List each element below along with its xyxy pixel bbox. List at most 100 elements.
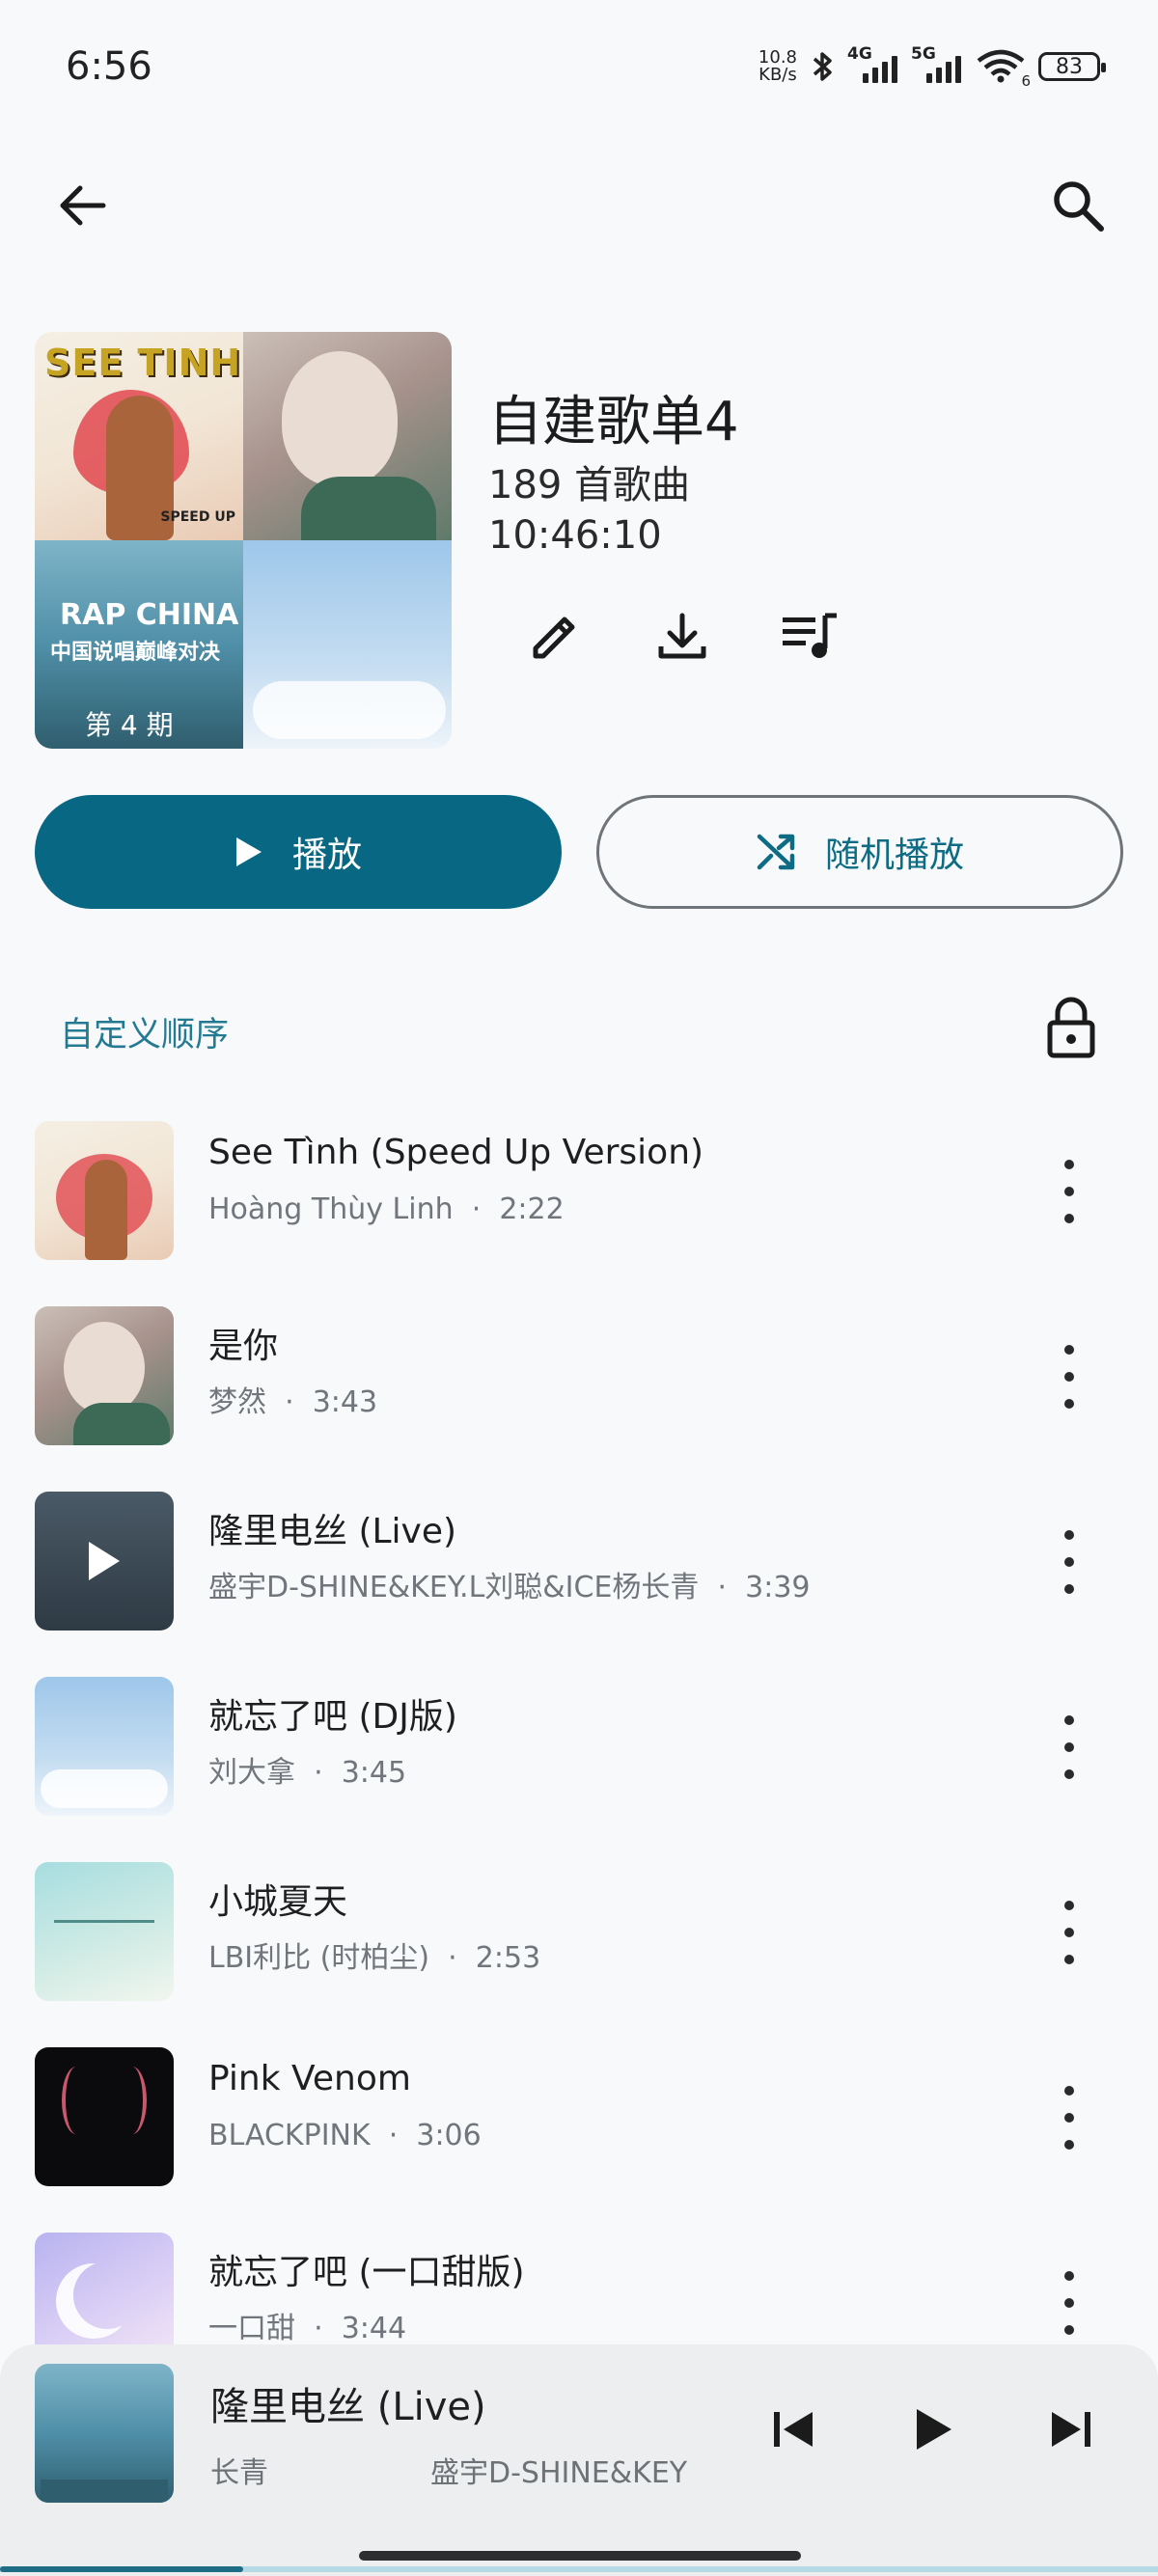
mini-player-artist-scroll-a: 长青 bbox=[210, 2456, 268, 2490]
meta-separator: · bbox=[285, 1385, 294, 1419]
cover-tile3-text1: RAP CHINA bbox=[60, 598, 239, 632]
mini-player[interactable]: 隆里电丝 (Live) 长青 盛宇D-SHINE&KEY bbox=[0, 2344, 1158, 2576]
song-more-button[interactable] bbox=[1052, 1345, 1087, 1409]
signal-5g-icon: 5G bbox=[911, 44, 963, 83]
shuffle-play-label: 随机播放 bbox=[824, 836, 964, 875]
album-art bbox=[35, 1121, 174, 1260]
song-meta: 刘大拿 · 3:45 bbox=[208, 1748, 406, 1791]
song-title: 就忘了吧 (DJ版) bbox=[208, 1697, 457, 1737]
song-duration: 2:53 bbox=[475, 1941, 541, 1975]
song-more-button[interactable] bbox=[1052, 2271, 1087, 2335]
cover-tile3-text2: 中国说唱巅峰对决 bbox=[50, 641, 221, 665]
network-speed: 10.8 KB/s bbox=[758, 49, 797, 84]
playlist-add-icon bbox=[783, 613, 837, 658]
song-title: 小城夏天 bbox=[208, 1882, 348, 1922]
play-all-button[interactable]: 播放 bbox=[35, 795, 562, 909]
meta-separator: · bbox=[717, 1571, 728, 1604]
bluetooth-icon bbox=[813, 52, 832, 81]
song-more-button[interactable] bbox=[1052, 1530, 1087, 1594]
song-meta: 盛宇D-SHINE&KEY.L刘聪&ICE杨长青 · 3:39 bbox=[208, 1563, 811, 1605]
playback-progress-fill bbox=[0, 2566, 243, 2572]
song-artist: 梦然 bbox=[208, 1385, 266, 1419]
lock-icon bbox=[1047, 997, 1095, 1058]
status-icons: 10.8 KB/s 4G 5G 6 83 bbox=[758, 42, 1106, 91]
song-more-button[interactable] bbox=[1052, 1160, 1087, 1223]
playlist-song-count: 189 首歌曲 bbox=[488, 463, 691, 507]
song-meta: BLACKPINK · 3:06 bbox=[208, 2119, 482, 2152]
song-title: See Tình (Speed Up Version) bbox=[208, 1133, 704, 1172]
play-icon bbox=[917, 2409, 951, 2450]
shuffle-icon bbox=[757, 834, 795, 870]
playlist-cover: SEE TINH SPEED UP RAP CHINA 中国说唱巅峰对决 第 4… bbox=[35, 332, 452, 749]
song-title: 隆里电丝 (Live) bbox=[208, 1512, 457, 1551]
play-icon bbox=[235, 837, 262, 866]
song-artist: 刘大拿 bbox=[208, 1756, 295, 1790]
album-art bbox=[35, 2047, 174, 2186]
sort-order-selector[interactable]: 自定义顺序 bbox=[60, 1007, 229, 1056]
meta-separator: · bbox=[314, 1756, 323, 1790]
wifi-sub-label: 6 bbox=[1021, 72, 1031, 90]
back-button[interactable] bbox=[50, 174, 114, 237]
edit-playlist-button[interactable] bbox=[521, 603, 589, 671]
song-more-button[interactable] bbox=[1052, 2086, 1087, 2150]
cover-tile-rap-china: RAP CHINA 中国说唱巅峰对决 第 4 期 bbox=[35, 540, 243, 749]
song-duration: 2:22 bbox=[499, 1192, 565, 1226]
song-row-long-li-dian-si[interactable]: 隆里电丝 (Live) 盛宇D-SHINE&KEY.L刘聪&ICE杨长青 · 3… bbox=[0, 1461, 1158, 1646]
song-more-button[interactable] bbox=[1052, 1901, 1087, 1964]
cover-tile-wang-le bbox=[243, 540, 452, 749]
cover-tile-see-tinh: SEE TINH SPEED UP bbox=[35, 332, 243, 540]
song-artist: 一口甜 bbox=[208, 2312, 295, 2345]
meta-separator: · bbox=[314, 2312, 323, 2345]
mini-player-title: 隆里电丝 (Live) bbox=[210, 2385, 486, 2429]
skip-next-icon bbox=[1052, 2412, 1090, 2447]
download-playlist-button[interactable] bbox=[648, 603, 716, 671]
skip-previous-icon bbox=[774, 2412, 813, 2447]
song-artist: LBI利比 (时柏尘) bbox=[208, 1941, 430, 1975]
signal-4g-label: 4G bbox=[847, 44, 872, 64]
signal-4g-icon: 4G bbox=[847, 44, 899, 83]
cover-tile-shi-ni bbox=[243, 332, 452, 540]
meta-separator: · bbox=[448, 1941, 457, 1975]
song-title: 就忘了吧 (一口甜版) bbox=[208, 2253, 525, 2292]
playlist-actions bbox=[521, 603, 843, 671]
cover-tile3-text3: 第 4 期 bbox=[85, 709, 174, 741]
song-duration: 3:06 bbox=[416, 2119, 482, 2152]
next-button[interactable] bbox=[1040, 2398, 1102, 2460]
now-playing-icon bbox=[89, 1542, 120, 1580]
song-more-button[interactable] bbox=[1052, 1715, 1087, 1779]
pencil-icon bbox=[533, 617, 575, 659]
song-artist: 盛宇D-SHINE&KEY.L刘聪&ICE杨长青 bbox=[208, 1571, 700, 1604]
mini-player-artist-scroll-b: 盛宇D-SHINE&KEY bbox=[430, 2456, 688, 2490]
song-duration: 3:45 bbox=[341, 1756, 407, 1790]
song-row-wang-le-ba-dj[interactable]: 就忘了吧 (DJ版) 刘大拿 · 3:45 bbox=[0, 1646, 1158, 1831]
cover-tile1-badge: SPEED UP bbox=[160, 509, 235, 525]
network-speed-unit: KB/s bbox=[758, 65, 797, 85]
cover-tile1-text: SEE TINH bbox=[44, 342, 242, 384]
home-indicator[interactable] bbox=[359, 2551, 801, 2561]
song-row-xiao-cheng-xia-tian[interactable]: 小城夏天 LBI利比 (时柏尘) · 2:53 bbox=[0, 1831, 1158, 2016]
add-to-queue-button[interactable] bbox=[776, 603, 843, 671]
album-art bbox=[35, 1306, 174, 1445]
playback-progress-bar[interactable] bbox=[0, 2566, 1158, 2572]
search-button[interactable] bbox=[1044, 172, 1112, 239]
song-row-pink-venom[interactable]: Pink Venom BLACKPINK · 3:06 bbox=[0, 2016, 1158, 2202]
wifi-icon: 6 bbox=[977, 49, 1031, 90]
play-all-label: 播放 bbox=[291, 836, 362, 875]
song-duration: 3:44 bbox=[341, 2312, 407, 2345]
play-pause-button[interactable] bbox=[903, 2395, 965, 2464]
song-duration: 3:43 bbox=[312, 1385, 378, 1419]
song-meta: 梦然 · 3:43 bbox=[208, 1378, 377, 1420]
search-icon bbox=[1054, 181, 1104, 232]
shuffle-play-button[interactable]: 随机播放 bbox=[596, 795, 1123, 909]
song-meta: 一口甜 · 3:44 bbox=[208, 2304, 406, 2346]
album-art bbox=[35, 1677, 174, 1816]
song-row-see-tinh[interactable]: See Tình (Speed Up Version) Hoàng Thùy L… bbox=[0, 1090, 1158, 1275]
lock-order-button[interactable] bbox=[1042, 994, 1100, 1061]
song-row-shi-ni[interactable]: 是你 梦然 · 3:43 bbox=[0, 1275, 1158, 1461]
song-meta: LBI利比 (时柏尘) · 2:53 bbox=[208, 1933, 540, 1976]
song-title: Pink Venom bbox=[208, 2059, 411, 2098]
song-meta: Hoàng Thùy Linh · 2:22 bbox=[208, 1192, 565, 1226]
song-artist: Hoàng Thùy Linh bbox=[208, 1192, 454, 1226]
mini-player-album-art bbox=[35, 2364, 174, 2503]
previous-button[interactable] bbox=[762, 2398, 824, 2460]
